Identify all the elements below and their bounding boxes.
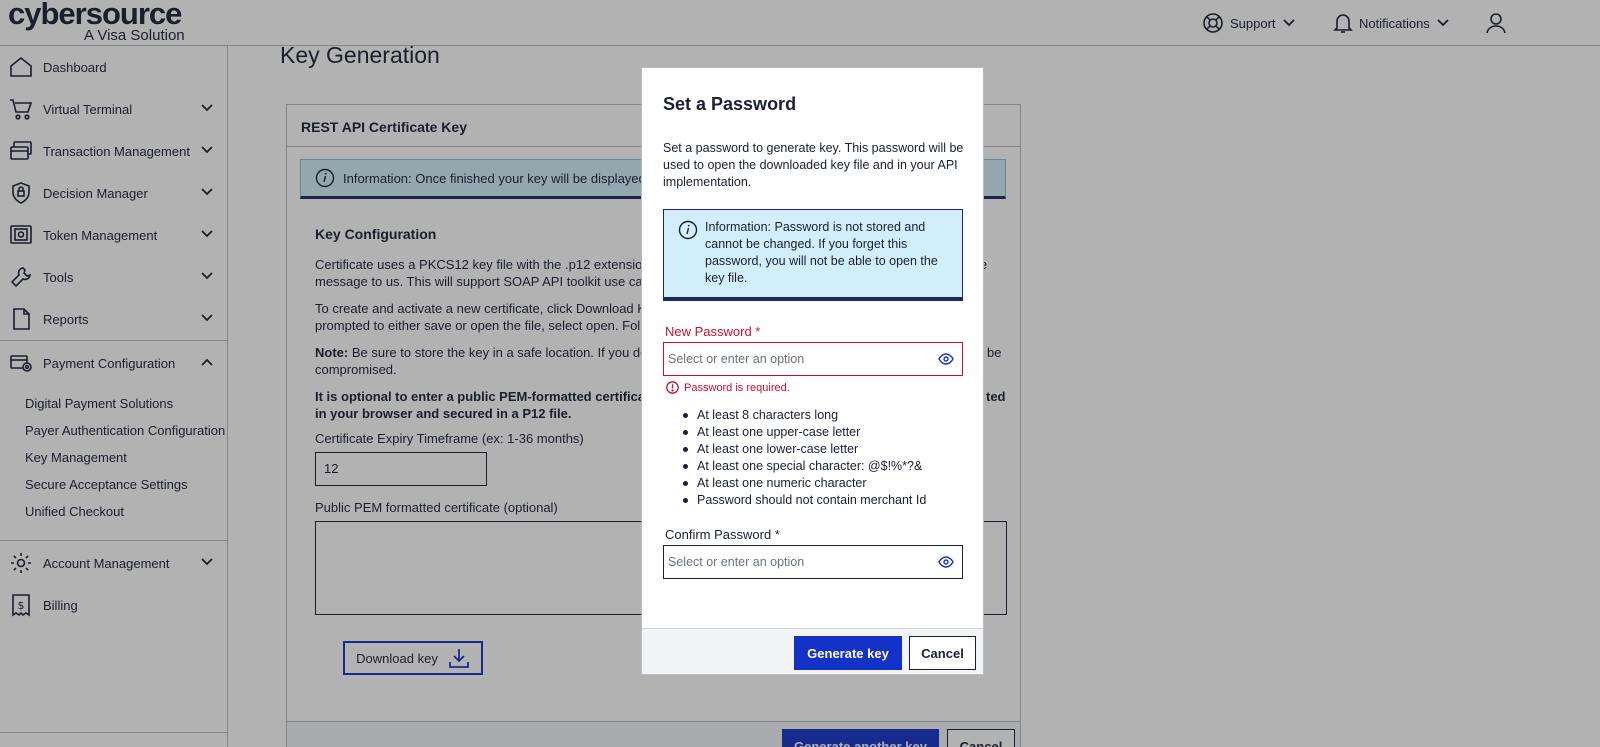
new-password-placeholder: Select or enter an option bbox=[668, 352, 805, 366]
requirement-item: Password should not contain merchant Id bbox=[680, 492, 926, 509]
password-requirements: At least 8 characters long At least one … bbox=[680, 407, 926, 509]
password-info-banner: Information: Password is not stored and … bbox=[663, 209, 963, 301]
eye-icon[interactable] bbox=[938, 556, 954, 568]
requirement-item: At least one numeric character bbox=[680, 475, 926, 492]
confirm-password-placeholder: Select or enter an option bbox=[668, 555, 805, 569]
password-error: Password is required. bbox=[666, 381, 790, 394]
dialog-footer: Generate key Cancel bbox=[642, 628, 983, 674]
error-icon bbox=[666, 381, 679, 394]
dialog-description: Set a password to generate key. This pas… bbox=[663, 141, 964, 189]
new-password-input[interactable]: Select or enter an option bbox=[663, 342, 963, 376]
eye-icon[interactable] bbox=[938, 353, 954, 365]
confirm-password-input[interactable]: Select or enter an option bbox=[663, 545, 963, 579]
password-info-text: Information: Password is not stored and … bbox=[705, 220, 938, 285]
password-error-text: Password is required. bbox=[684, 381, 790, 394]
new-password-label: New Password * bbox=[665, 324, 761, 339]
requirement-item: At least one upper-case letter bbox=[680, 424, 926, 441]
dialog-title: Set a Password bbox=[663, 94, 797, 114]
set-password-dialog: Set a Password Set a password to generat… bbox=[641, 67, 984, 675]
requirement-item: At least 8 characters long bbox=[680, 407, 926, 424]
generate-key-button[interactable]: Generate key bbox=[794, 636, 902, 670]
requirement-item: At least one lower-case letter bbox=[680, 441, 926, 458]
info-icon bbox=[678, 220, 698, 240]
requirement-item: At least one special character: @$!%*?& bbox=[680, 458, 926, 475]
confirm-password-label: Confirm Password * bbox=[665, 527, 780, 542]
dialog-cancel-button[interactable]: Cancel bbox=[909, 636, 976, 670]
